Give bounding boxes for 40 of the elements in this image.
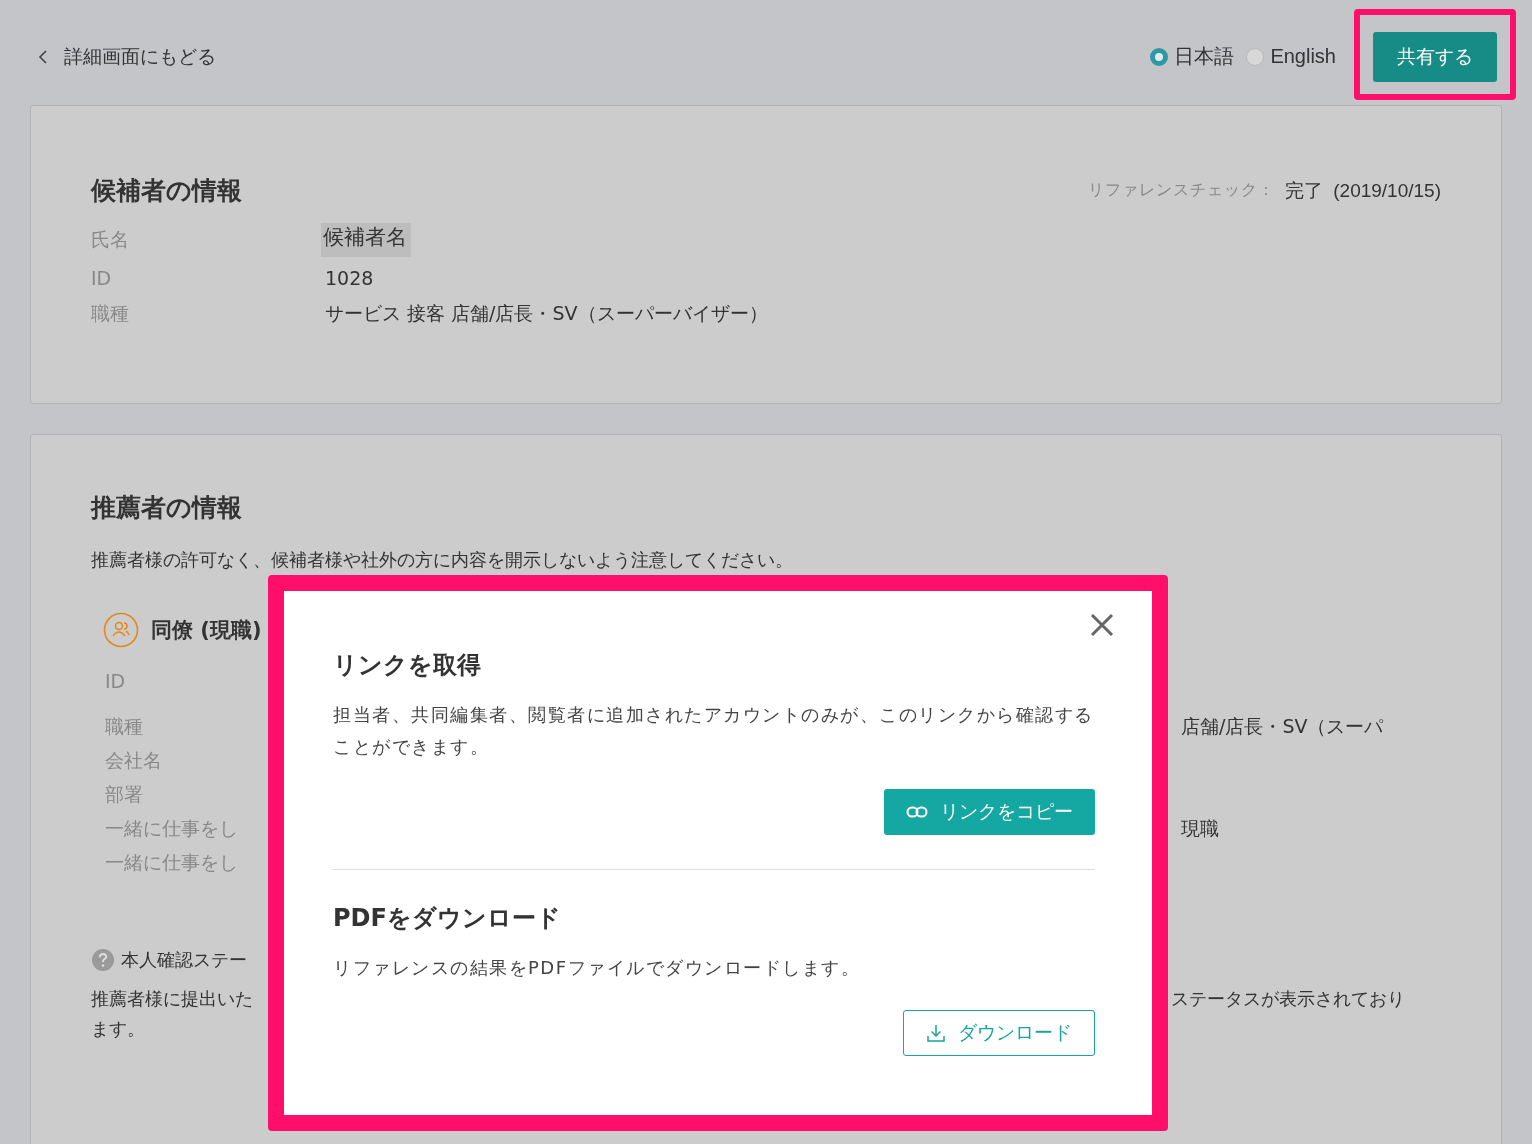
status-text: ます。 xyxy=(91,1017,145,1041)
language-radio[interactable]: English xyxy=(1246,43,1336,70)
field-label: 一緒に仕事をし xyxy=(105,816,238,841)
people-icon xyxy=(103,612,139,648)
field-label: 職種 xyxy=(105,714,143,739)
back-link[interactable]: 詳細画面にもどる xyxy=(38,43,216,70)
field-label: 会社名 xyxy=(105,748,162,773)
field-label: 職種 xyxy=(91,301,130,326)
section-title: 推薦者の情報 xyxy=(91,492,243,524)
close-button[interactable] xyxy=(1088,611,1116,639)
field-value: 店舗/店長・SV（スーパ xyxy=(1181,714,1385,739)
language-radio[interactable]: 日本語 xyxy=(1150,43,1235,70)
status-date: (2019/10/15) xyxy=(1333,179,1441,202)
dialog-text: リファレンスの結果をPDFファイルでダウンロードします。 xyxy=(333,956,862,980)
field-label: ID xyxy=(105,670,126,692)
dialog-text: 担当者、共同編集者、閲覧者に追加されたアカウントのみが、このリンクから確認することができます。 xyxy=(333,703,1095,759)
status-title: 本人確認ステー xyxy=(121,948,247,972)
field-value: 候補者名 xyxy=(321,223,411,257)
field-value: 現職 xyxy=(1181,816,1220,841)
notice-text: 推薦者様の許可なく、候補者様や社外の方に内容を開示しないよう注意してください。 xyxy=(91,548,794,572)
field-value: 1028 xyxy=(324,266,375,291)
status-label: リファレンスチェック： xyxy=(1088,180,1276,201)
download-icon xyxy=(926,1023,946,1043)
dialog-heading: PDFをダウンロード xyxy=(333,903,562,934)
chevron-left-icon xyxy=(38,48,48,65)
field-value: サービス 接客 店舗/店長・SV（スーパーバイザー） xyxy=(324,301,769,326)
field-label: 部署 xyxy=(105,782,143,807)
link-icon xyxy=(906,805,928,819)
field-label: 氏名 xyxy=(91,227,130,252)
help-icon xyxy=(91,948,115,972)
share-button[interactable]: 共有する xyxy=(1373,32,1497,82)
status-text: 推薦者様に提出いた xyxy=(91,987,253,1011)
status-value: 完了 xyxy=(1285,178,1324,203)
status-text: ステータスが表示されており xyxy=(1171,987,1405,1011)
close-icon xyxy=(1090,613,1114,637)
field-label: 一緒に仕事をし xyxy=(105,850,238,875)
relation-title: 同僚 (現職) xyxy=(151,617,262,644)
section-title: 候補者の情報 xyxy=(91,175,242,207)
field-label: ID xyxy=(91,267,113,289)
dialog-heading: リンクを取得 xyxy=(333,650,482,681)
